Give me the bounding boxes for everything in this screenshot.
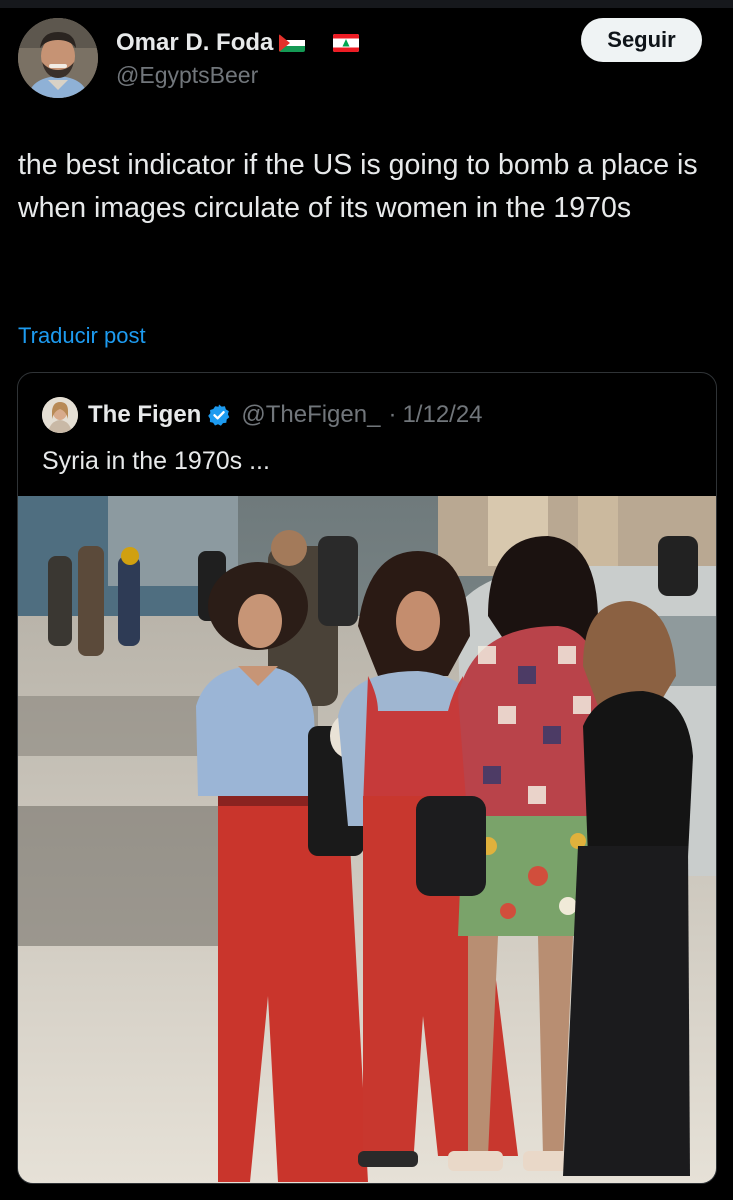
street-photo-image [18,496,716,1183]
quoted-date: 1/12/24 [402,401,483,428]
follow-button[interactable]: Seguir [581,18,702,62]
quoted-author-avatar [42,397,78,433]
author-name-row: Omar D. Foda [116,28,360,58]
lebanon-flag-icon [333,34,360,52]
quoted-photo[interactable] [18,496,716,1183]
tweet-header: Omar D. Foda @EgyptsBeer Seguir [0,8,733,108]
top-strip [0,0,733,8]
quoted-handle: @TheFigen_ [241,401,381,428]
translate-post-link[interactable]: Traducir post [18,323,146,349]
author-display-name[interactable]: Omar D. Foda [116,29,273,57]
author-avatar[interactable] [18,18,98,98]
quoted-display-name: The Figen [88,401,202,428]
quoted-separator: · [388,401,397,428]
quoted-post-card[interactable]: The Figen @TheFigen_ · 1/12/24 Syria in … [17,372,717,1184]
quoted-text: Syria in the 1970s ... [42,447,270,475]
verified-badge-icon [207,403,231,427]
quoted-author-avatar-image [42,397,78,433]
quoted-name-row: The Figen @TheFigen_ · 1/12/24 [88,400,483,430]
author-handle[interactable]: @EgyptsBeer [116,62,258,89]
palestine-flag-icon [279,34,306,52]
tweet-text: the best indicator if the US is going to… [18,149,698,224]
author-avatar-image [18,18,98,98]
